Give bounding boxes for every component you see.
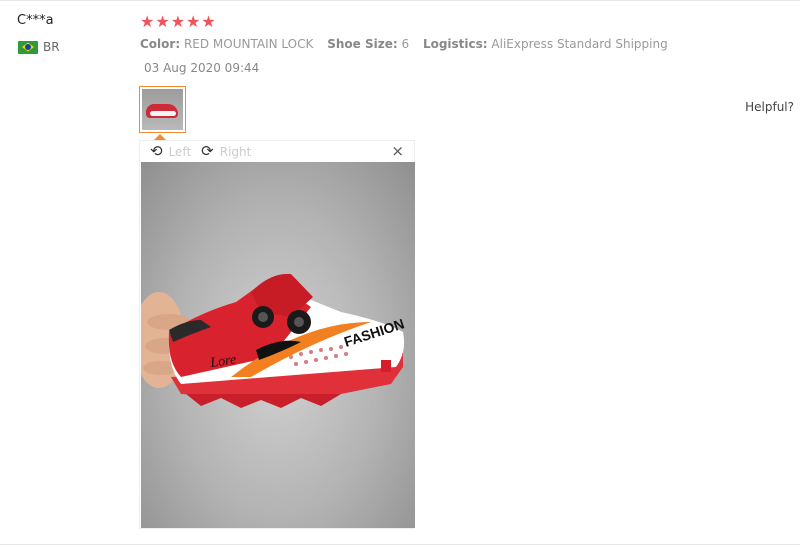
brazil-flag-icon xyxy=(18,40,38,54)
rotate-right-icon: ⟳ xyxy=(201,142,214,160)
star-icon: ★ xyxy=(186,12,201,31)
rating-stars: ★ ★ ★ ★ ★ xyxy=(140,13,216,31)
rotate-left-icon: ⟲ xyxy=(150,142,163,160)
star-icon: ★ xyxy=(155,12,170,31)
star-icon: ★ xyxy=(140,12,155,31)
sku-shoe-size: Shoe Size: 6 xyxy=(327,37,410,51)
country-code: BR xyxy=(43,40,60,54)
top-divider xyxy=(0,0,800,1)
rotate-right-label: Right xyxy=(219,144,252,159)
star-icon: ★ xyxy=(170,12,186,31)
sku-logistics: Logistics: AliExpress Standard Shipping xyxy=(422,37,668,51)
order-info: Color: RED MOUNTAIN LOCK Shoe Size: 6 Lo… xyxy=(140,37,678,51)
reviewer-name: C***a xyxy=(17,13,54,28)
thumbnail-image xyxy=(142,89,183,130)
bottom-divider xyxy=(0,544,800,545)
review-date: 03 Aug 2020 09:44 xyxy=(144,61,260,75)
rotate-left-button[interactable]: ⟲ Left xyxy=(150,144,191,159)
helpful-link[interactable]: Helpful? xyxy=(745,100,794,114)
star-icon: ★ xyxy=(201,12,216,31)
review-photo-thumbnail[interactable] xyxy=(139,86,186,133)
rotate-left-label: Left xyxy=(168,144,192,159)
close-icon[interactable]: × xyxy=(391,142,404,160)
review-photo: FASHION Lore xyxy=(141,162,415,528)
sku-color: Color: RED MOUNTAIN LOCK xyxy=(140,37,314,51)
viewer-toolbar: ⟲ Left ⟳ Right × xyxy=(140,141,414,162)
rotate-right-button[interactable]: ⟳ Right xyxy=(201,144,251,159)
reviewer-country: BR xyxy=(18,40,60,54)
shoe-photo: FASHION Lore xyxy=(141,273,406,408)
photo-viewer: ⟲ Left ⟳ Right × FASHION Lore xyxy=(139,140,415,529)
